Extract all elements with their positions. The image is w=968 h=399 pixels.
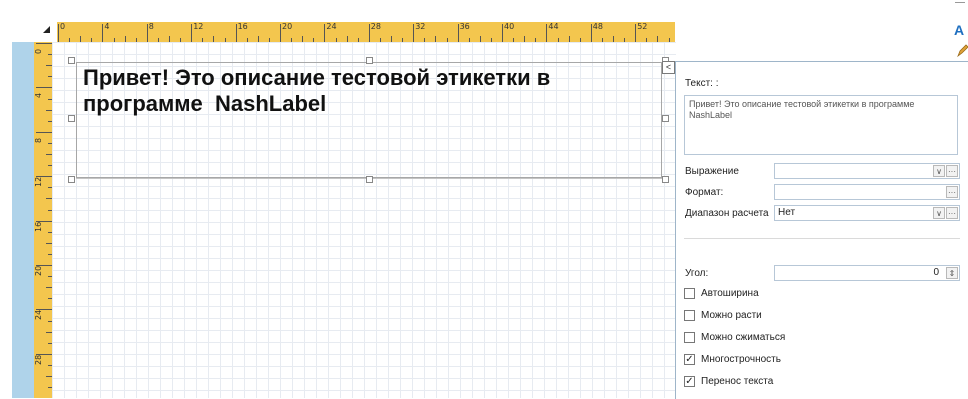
ruler-label: 52 — [637, 22, 648, 31]
selection-handle-bottom[interactable] — [366, 176, 373, 183]
ruler-tick — [58, 24, 59, 42]
ruler-label: 0 — [34, 48, 43, 54]
can-shrink-checkbox[interactable] — [684, 332, 695, 343]
panel-collapse-button[interactable]: < — [662, 61, 675, 74]
right-toolbar: A — [952, 0, 968, 60]
ruler-tick — [590, 24, 592, 42]
ruler-tick — [324, 24, 326, 42]
ruler-tick — [191, 24, 193, 42]
range-dropdown-icon[interactable]: ∨ — [933, 207, 945, 219]
panel-divider — [684, 238, 960, 239]
can-grow-label: Можно расти — [701, 310, 762, 321]
autowidth-checkbox[interactable] — [684, 288, 695, 299]
ruler-tick — [546, 24, 548, 42]
multiline-label: Многострочность — [701, 354, 781, 365]
ruler-label: 8 — [148, 22, 154, 31]
text-object[interactable]: Привет! Это описание тестовой этикетки в… — [76, 62, 662, 178]
ruler-tick — [368, 24, 370, 42]
angle-label: Угол: — [685, 268, 709, 279]
ruler-label: 20 — [34, 265, 43, 276]
vertical-ruler-band — [12, 42, 34, 398]
pencil-icon[interactable] — [956, 44, 968, 58]
word-wrap-label: Перенос текста — [701, 376, 774, 387]
selection-handle-right[interactable] — [662, 115, 669, 122]
range-ellipsis-button[interactable]: ··· — [946, 207, 958, 219]
ruler-label: 40 — [504, 22, 515, 31]
text-property-input[interactable]: Привет! Это описание тестовой этикетки в… — [684, 95, 958, 155]
angle-input[interactable]: 0 ⇕ — [774, 265, 960, 281]
multiline-checkbox[interactable]: ✓ — [684, 354, 695, 365]
expression-input[interactable]: ∨ ··· — [774, 163, 960, 179]
ruler-tick — [457, 24, 459, 42]
autowidth-label: Автоширина — [701, 288, 759, 299]
ruler-label: 8 — [34, 137, 43, 143]
ruler-label: 32 — [415, 22, 426, 31]
vertical-ruler: 048121620242832 — [34, 42, 52, 398]
selection-handle-left[interactable] — [68, 115, 75, 122]
range-label: Диапазон расчета — [685, 208, 769, 219]
ruler-label: 4 — [34, 93, 43, 99]
ruler-label: 12 — [193, 22, 204, 31]
ruler-label: 36 — [459, 22, 470, 31]
expression-dropdown-icon[interactable]: ∨ — [933, 165, 945, 177]
ruler-label: 24 — [34, 310, 43, 321]
ruler-corner-triangle-icon — [43, 26, 50, 33]
ruler-tick — [36, 131, 52, 133]
can-shrink-label: Можно сжиматься — [701, 332, 786, 343]
ruler-label: 24 — [326, 22, 337, 31]
word-wrap-checkbox[interactable]: ✓ — [684, 376, 695, 387]
ruler-label: 48 — [592, 22, 603, 31]
ruler-tick — [146, 24, 148, 42]
selection-handle-bottom-left[interactable] — [68, 176, 75, 183]
ruler-tick — [235, 24, 237, 42]
ruler-label: 28 — [34, 354, 43, 365]
format-input[interactable]: ··· — [774, 184, 960, 200]
ruler-label: 28 — [370, 22, 381, 31]
format-ellipsis-button[interactable]: ··· — [946, 186, 958, 198]
text-tool-icon[interactable]: A — [954, 22, 964, 38]
range-value: Нет — [778, 207, 796, 218]
ruler-tick — [36, 43, 52, 44]
properties-panel: Текст: : Привет! Это описание тестовой э… — [675, 61, 968, 399]
ruler-label: 12 — [34, 177, 43, 188]
ruler-tick — [280, 24, 281, 42]
selection-handle-top[interactable] — [366, 57, 373, 64]
selection-handle-top-left[interactable] — [68, 57, 75, 64]
ruler-tick — [36, 87, 52, 89]
expression-ellipsis-button[interactable]: ··· — [946, 165, 958, 177]
ruler-label: 4 — [104, 22, 110, 31]
selection-handle-bottom-right[interactable] — [662, 176, 669, 183]
ruler-label: 0 — [60, 22, 66, 31]
text-object-content: Привет! Это описание тестовой этикетки в… — [83, 65, 557, 116]
ruler-tick — [502, 24, 503, 42]
format-label: Формат: — [685, 187, 724, 198]
angle-value: 0 — [933, 267, 939, 278]
expression-label: Выражение — [685, 166, 739, 177]
ruler-tick — [102, 24, 104, 42]
ruler-tick — [635, 24, 637, 42]
text-property-label: Текст: : — [685, 78, 719, 89]
can-grow-checkbox[interactable] — [684, 310, 695, 321]
ruler-label: 16 — [34, 221, 43, 232]
ruler-label: 44 — [548, 22, 559, 31]
ruler-label: 16 — [237, 22, 248, 31]
horizontal-ruler: 048121620242832364044485256 — [57, 22, 675, 42]
ruler-label: 20 — [282, 22, 293, 31]
angle-spinner-icon[interactable]: ⇕ — [946, 267, 958, 279]
ruler-tick — [413, 24, 415, 42]
range-select[interactable]: Нет ∨ ··· — [774, 205, 960, 221]
toolbar-divider — [955, 2, 965, 3]
